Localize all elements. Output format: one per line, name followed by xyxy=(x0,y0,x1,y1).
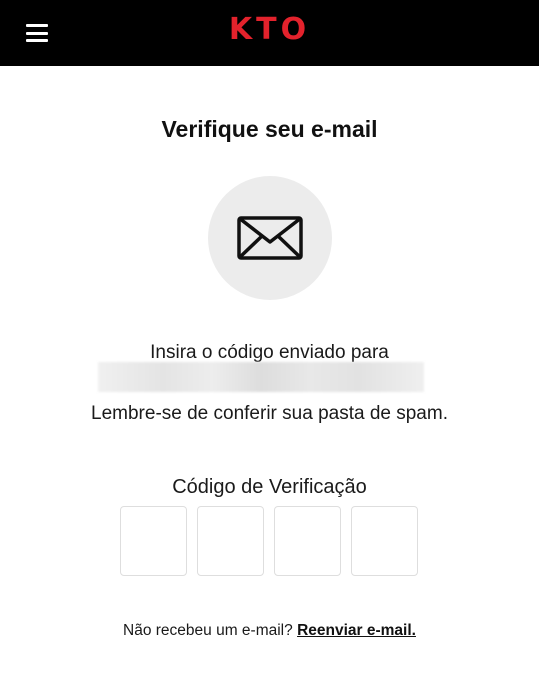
redacted-email xyxy=(98,362,424,392)
code-digit-3[interactable] xyxy=(274,506,341,576)
top-header: KTO xyxy=(0,0,539,66)
code-digit-1[interactable] xyxy=(120,506,187,576)
spam-notice: Lembre-se de conferir sua pasta de spam. xyxy=(91,403,448,424)
kto-logo[interactable]: KTO xyxy=(229,15,310,45)
resend-row: Não recebeu um e-mail? Reenviar e-mail. xyxy=(0,622,539,640)
envelope-icon xyxy=(237,216,303,260)
envelope-icon-badge xyxy=(208,176,332,300)
code-label: Código de Verificação xyxy=(172,476,367,498)
hamburger-menu-icon[interactable] xyxy=(26,24,48,42)
page-title: Verifique seu e-mail xyxy=(161,116,378,142)
instruction-text: Insira o código enviado para xyxy=(150,342,389,363)
resend-email-link[interactable]: Reenviar e-mail. xyxy=(297,622,416,639)
code-digit-2[interactable] xyxy=(197,506,264,576)
verification-code-inputs xyxy=(120,506,420,576)
code-digit-4[interactable] xyxy=(351,506,418,576)
resend-prompt: Não recebeu um e-mail? xyxy=(123,622,293,639)
